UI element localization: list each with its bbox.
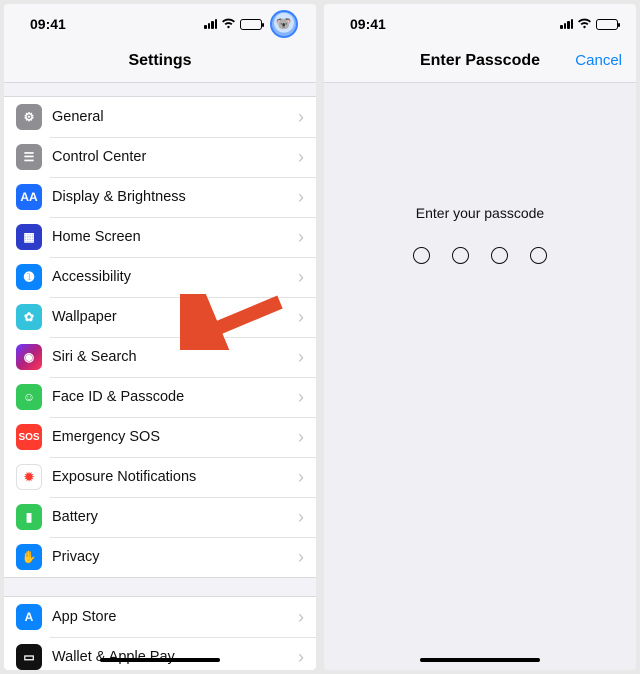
home-icon: ▦: [16, 224, 42, 250]
row-label: Exposure Notifications: [52, 469, 298, 485]
chevron-right-icon: ›: [298, 427, 304, 448]
battery-icon: [240, 19, 262, 30]
row-label: Display & Brightness: [52, 189, 298, 205]
chevron-right-icon: ›: [298, 507, 304, 528]
status-time: 09:41: [30, 16, 66, 32]
row-label: Wallet & Apple Pay: [52, 649, 298, 665]
settings-row-exposure[interactable]: ✹ Exposure Notifications›: [4, 457, 316, 497]
passcode-dot: [452, 247, 469, 264]
chevron-right-icon: ›: [298, 227, 304, 248]
siri-icon: ◉: [16, 344, 42, 370]
row-label: Privacy: [52, 549, 298, 565]
cellular-icon: [204, 19, 217, 29]
row-label: App Store: [52, 609, 298, 625]
chevron-right-icon: ›: [298, 467, 304, 488]
wifi-icon: [577, 17, 592, 32]
chevron-right-icon: ›: [298, 267, 304, 288]
home-indicator[interactable]: [420, 658, 540, 662]
chevron-right-icon: ›: [298, 647, 304, 668]
row-label: Face ID & Passcode: [52, 389, 298, 405]
status-indicators: 🐨: [204, 10, 298, 38]
page-title: Enter Passcode: [420, 52, 540, 69]
status-indicators: [560, 17, 618, 32]
settings-row-control[interactable]: ☰ Control Center›: [4, 137, 316, 177]
chevron-right-icon: ›: [298, 607, 304, 628]
nav-header: Settings: [4, 44, 316, 83]
passcode-dot: [413, 247, 430, 264]
wallet-icon: ▭: [16, 644, 42, 670]
status-bar: 09:41: [324, 4, 636, 44]
settings-list[interactable]: ⚙︎General›☰Control Center›AADisplay & Br…: [4, 83, 316, 670]
row-label: Siri & Search: [52, 349, 298, 365]
privacy-icon: ✋: [16, 544, 42, 570]
chevron-right-icon: ›: [298, 347, 304, 368]
appstore-icon: A: [16, 604, 42, 630]
settings-row-faceid[interactable]: ☺ Face ID & Passcode›: [4, 377, 316, 417]
settings-row-siri[interactable]: ◉ Siri & Search›: [4, 337, 316, 377]
sos-icon: SOS: [16, 424, 42, 450]
battery-i-icon: ▮: [16, 504, 42, 530]
chevron-right-icon: ›: [298, 547, 304, 568]
general-icon: ⚙︎: [16, 104, 42, 130]
home-indicator[interactable]: [100, 658, 220, 662]
settings-row-privacy[interactable]: ✋ Privacy›: [4, 537, 316, 577]
settings-row-wallpaper[interactable]: ✿ Wallpaper›: [4, 297, 316, 337]
settings-row-access[interactable]: ➊ Accessibility›: [4, 257, 316, 297]
settings-row-home[interactable]: ▦ Home Screen›: [4, 217, 316, 257]
wallpaper-icon: ✿: [16, 304, 42, 330]
row-label: Wallpaper: [52, 309, 298, 325]
row-label: General: [52, 109, 298, 125]
status-time: 09:41: [350, 16, 386, 32]
row-label: Battery: [52, 509, 298, 525]
faceid-icon: ☺: [16, 384, 42, 410]
chevron-right-icon: ›: [298, 307, 304, 328]
account-avatar-icon[interactable]: 🐨: [270, 10, 298, 38]
nav-header: Enter Passcode Cancel: [324, 44, 636, 83]
chevron-right-icon: ›: [298, 107, 304, 128]
settings-row-appstore[interactable]: A App Store›: [4, 597, 316, 637]
status-bar: 09:41 🐨: [4, 4, 316, 44]
settings-row-sos[interactable]: SOS Emergency SOS›: [4, 417, 316, 457]
battery-icon: [596, 19, 618, 30]
row-label: Control Center: [52, 149, 298, 165]
passcode-dot: [530, 247, 547, 264]
passcode-screen: 09:41 Enter Passcode Cancel Enter your p…: [324, 4, 636, 670]
chevron-right-icon: ›: [298, 187, 304, 208]
cellular-icon: [560, 19, 573, 29]
chevron-right-icon: ›: [298, 387, 304, 408]
access-icon: ➊: [16, 264, 42, 290]
control-icon: ☰: [16, 144, 42, 170]
row-label: Home Screen: [52, 229, 298, 245]
settings-row-battery-i[interactable]: ▮ Battery›: [4, 497, 316, 537]
cancel-button[interactable]: Cancel: [575, 52, 622, 69]
settings-screen: 09:41 🐨 Settings ⚙︎General›☰Control Cent…: [4, 4, 316, 670]
chevron-right-icon: ›: [298, 147, 304, 168]
passcode-dot: [491, 247, 508, 264]
passcode-body: Enter your passcode: [324, 83, 636, 670]
settings-row-wallet[interactable]: ▭ Wallet & Apple Pay›: [4, 637, 316, 670]
wifi-icon: [221, 17, 236, 32]
settings-row-general[interactable]: ⚙︎ General›: [4, 97, 316, 137]
passcode-prompt: Enter your passcode: [416, 205, 544, 221]
group-separator: [4, 83, 316, 97]
passcode-dots: [413, 247, 547, 264]
group-separator: [4, 577, 316, 597]
row-label: Emergency SOS: [52, 429, 298, 445]
row-label: Accessibility: [52, 269, 298, 285]
settings-row-display[interactable]: AA Display & Brightness›: [4, 177, 316, 217]
exposure-icon: ✹: [16, 464, 42, 490]
display-icon: AA: [16, 184, 42, 210]
page-title: Settings: [128, 52, 191, 69]
